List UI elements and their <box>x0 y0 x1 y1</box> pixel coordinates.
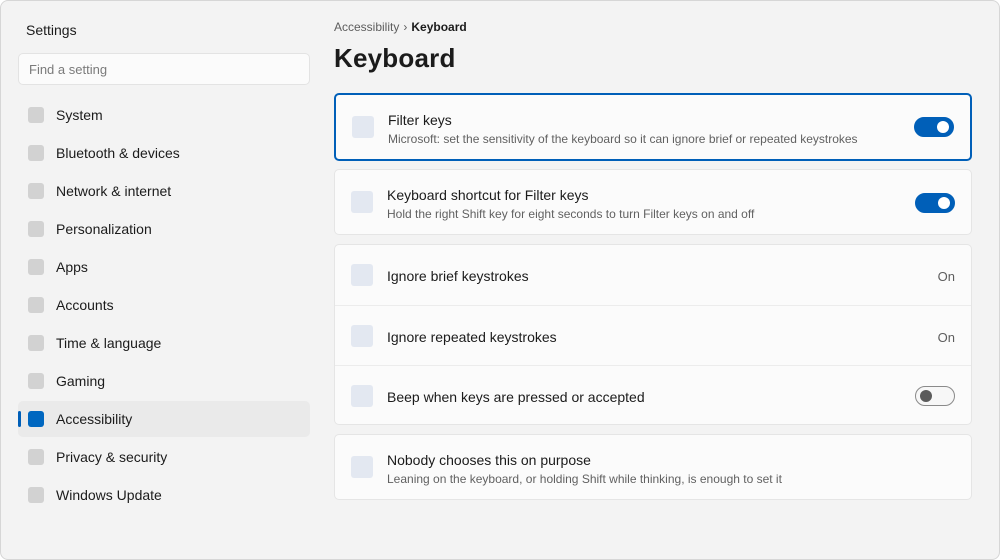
system-icon <box>28 107 44 123</box>
personalization-icon <box>28 221 44 237</box>
sidebar-item-label: Time & language <box>56 335 162 351</box>
gaming-icon <box>28 373 44 389</box>
sidebar-item-apps[interactable]: Apps <box>18 249 310 285</box>
shield-icon <box>28 449 44 465</box>
app-title: Settings <box>26 22 77 38</box>
sidebar-item-gaming[interactable]: Gaming <box>18 363 310 399</box>
settings-window: Settings System Bluetooth & devices Netw… <box>0 0 1000 560</box>
content-pane: Accessibility › Keyboard Keyboard Filter k… <box>334 1 974 559</box>
setting-row-ignore-repeated[interactable]: Ignore repeated keystrokes On <box>335 305 971 365</box>
shortcut-toggle[interactable] <box>915 193 955 213</box>
accessibility-icon <box>28 411 44 427</box>
setting-title: Filter keys <box>388 112 452 128</box>
beep-icon <box>351 385 373 407</box>
network-icon <box>28 183 44 199</box>
sidebar-item-label: Apps <box>56 259 88 275</box>
sidebar-item-privacy-security[interactable]: Privacy & security <box>18 439 310 475</box>
filter-keys-card[interactable]: Filter keys Microsoft: set the sensitivi… <box>334 93 972 161</box>
setting-title: Ignore repeated keystrokes <box>387 329 557 345</box>
setting-row-ignore-brief[interactable]: Ignore brief keystrokes On <box>335 245 971 305</box>
setting-description: Leaning on the keyboard, or holding Shif… <box>387 472 782 486</box>
sidebar: Settings System Bluetooth & devices Netw… <box>1 1 327 559</box>
sidebar-item-label: Accounts <box>56 297 114 313</box>
bluetooth-icon <box>28 145 44 161</box>
toggle-knob <box>920 390 932 402</box>
selection-indicator <box>18 411 21 427</box>
filter-options-card: Ignore brief keystrokes On Ignore repeat… <box>334 244 972 425</box>
setting-title: Ignore brief keystrokes <box>387 268 529 284</box>
setting-row-filter-keys: Filter keys Microsoft: set the sensitivi… <box>336 95 970 159</box>
sidebar-item-bluetooth-devices[interactable]: Bluetooth & devices <box>18 135 310 171</box>
sidebar-item-label: Privacy & security <box>56 449 168 465</box>
toggle-knob <box>937 121 949 133</box>
setting-row-shortcut: Keyboard shortcut for Filter keys Hold t… <box>335 170 971 234</box>
update-icon <box>28 487 44 503</box>
page-title: Keyboard <box>334 43 456 73</box>
sidebar-item-time-language[interactable]: Time & language <box>18 325 310 361</box>
breadcrumb-parent-link[interactable]: Accessibility <box>334 20 399 34</box>
setting-title: Beep when keys are pressed or accepted <box>387 389 645 405</box>
sidebar-item-accessibility[interactable]: Accessibility <box>18 401 310 437</box>
setting-description: Microsoft: set the sensitivity of the ke… <box>388 132 858 146</box>
filter-keys-toggle[interactable] <box>914 117 954 137</box>
setting-row-nobody: Nobody chooses this on purpose Leaning o… <box>335 435 971 499</box>
sidebar-item-accounts[interactable]: Accounts <box>18 287 310 323</box>
setting-title: Keyboard shortcut for Filter keys <box>387 187 589 203</box>
setting-description: Hold the right Shift key for eight secon… <box>387 207 755 221</box>
setting-value: On <box>937 269 955 284</box>
sidebar-item-system[interactable]: System <box>18 97 310 133</box>
sidebar-item-label: System <box>56 107 103 123</box>
sidebar-item-label: Windows Update <box>56 487 162 503</box>
accounts-icon <box>28 297 44 313</box>
beep-toggle[interactable] <box>915 386 955 406</box>
sidebar-nav: System Bluetooth & devices Network & int… <box>18 97 310 515</box>
info-icon <box>351 456 373 478</box>
info-card: Nobody chooses this on purpose Leaning o… <box>334 434 972 500</box>
breadcrumb-current: Keyboard <box>411 20 467 34</box>
time-language-icon <box>28 335 44 351</box>
sidebar-item-windows-update[interactable]: Windows Update <box>18 477 310 513</box>
sidebar-item-label: Network & internet <box>56 183 172 199</box>
setting-row-beep: Beep when keys are pressed or accepted <box>335 365 971 424</box>
ignore-repeated-icon <box>351 325 373 347</box>
sidebar-item-label: Personalization <box>56 221 152 237</box>
setting-title: Nobody chooses this on purpose <box>387 452 591 468</box>
toggle-knob <box>938 197 950 209</box>
breadcrumb-separator: › <box>403 20 408 34</box>
filter-keys-icon <box>352 116 374 138</box>
sidebar-item-network-internet[interactable]: Network & internet <box>18 173 310 209</box>
sidebar-item-label: Bluetooth & devices <box>56 145 180 161</box>
keyboard-shortcut-icon <box>351 191 373 213</box>
sidebar-item-personalization[interactable]: Personalization <box>18 211 310 247</box>
breadcrumb: Accessibility › Keyboard <box>334 20 467 34</box>
search-input[interactable] <box>19 54 309 84</box>
sidebar-item-label: Gaming <box>56 373 106 389</box>
apps-icon <box>28 259 44 275</box>
shortcut-card: Keyboard shortcut for Filter keys Hold t… <box>334 169 972 235</box>
setting-value: On <box>937 330 955 345</box>
sidebar-item-label: Accessibility <box>56 411 133 427</box>
ignore-brief-icon <box>351 264 373 286</box>
search-box[interactable] <box>18 53 310 85</box>
